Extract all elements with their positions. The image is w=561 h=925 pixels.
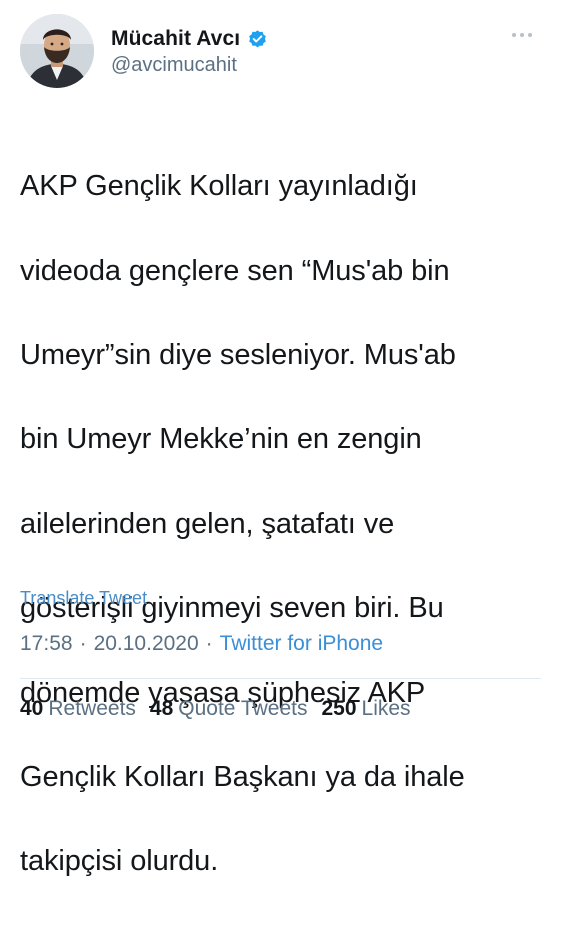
divider	[20, 678, 541, 679]
meta-separator: ·	[205, 632, 213, 655]
tweet-stats: 40 Retweets 48 Quote Tweets 250 Likes	[20, 697, 425, 721]
tweet-source-link[interactable]: Twitter for iPhone	[220, 632, 383, 656]
likes-label: Likes	[361, 697, 411, 720]
tweet-text-line: videoda gençlere sen “Mus'ab bin	[20, 254, 450, 287]
tweet-date[interactable]: 20.10.2020	[94, 632, 199, 656]
author-handle[interactable]: @avcimucahit	[111, 54, 237, 77]
retweets-count: 40	[20, 697, 44, 720]
translate-tweet-link[interactable]: Translate Tweet	[20, 588, 147, 609]
retweets-label: Retweets	[48, 697, 136, 720]
verified-badge-icon	[247, 29, 268, 50]
avatar-image	[20, 14, 94, 88]
tweet-text-line: Umeyr”sin diye sesleniyor. Mus'ab	[20, 339, 456, 372]
tweet-time[interactable]: 17:58	[20, 632, 73, 656]
tweet-meta: 17:58 · 20.10.2020 · Twitter for iPhone	[20, 632, 383, 656]
more-horizontal-icon[interactable]	[512, 28, 540, 42]
likes-count: 250	[321, 697, 357, 720]
quote-tweets-label: Quote Tweets	[178, 697, 308, 720]
tweet-text-line: ailelerinden gelen, şatafatı ve	[20, 507, 395, 540]
tweet-text: AKP Gençlik Kolları yayınladığı videoda …	[20, 123, 550, 925]
avatar[interactable]	[20, 14, 94, 88]
tweet-text-line: bin Umeyr Mekke’nin en zengin	[20, 423, 422, 456]
tweet-text-line: Gençlik Kolları Başkanı ya da ihale	[20, 761, 465, 794]
retweets-stat[interactable]: 40 Retweets	[20, 697, 136, 721]
author-name-row: Mücahit Avcı	[111, 27, 268, 51]
tweet-text-line: takipçisi olurdu.	[20, 845, 219, 878]
quote-tweets-count: 48	[149, 697, 174, 720]
tweet-card: Mücahit Avcı @avcimucahit AKP Gençlik Ko…	[0, 0, 561, 877]
meta-separator: ·	[79, 632, 87, 655]
quote-tweets-stat[interactable]: 48 Quote Tweets	[150, 697, 308, 721]
likes-stat[interactable]: 250 Likes	[321, 697, 410, 721]
tweet-text-line: AKP Gençlik Kolları yayınladığı	[20, 170, 418, 203]
author-display-name[interactable]: Mücahit Avcı	[111, 27, 240, 51]
